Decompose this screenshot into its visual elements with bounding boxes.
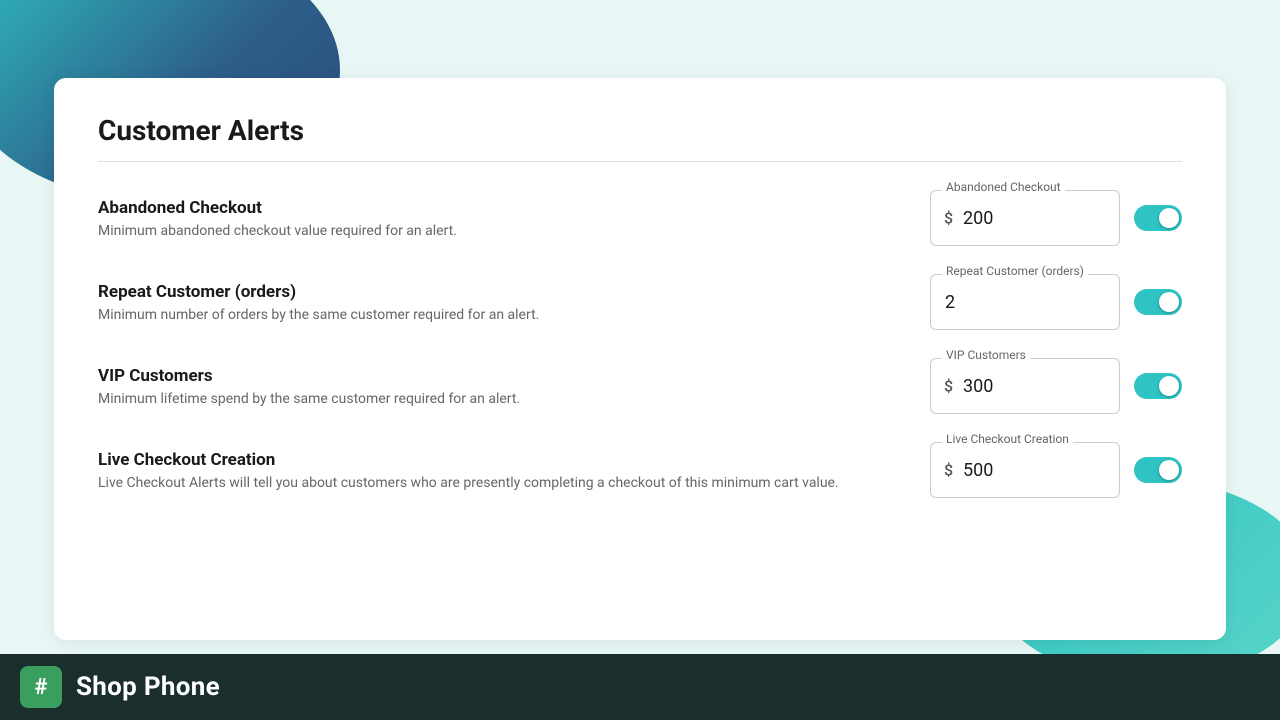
alert-title-vip-customers: VIP Customers bbox=[98, 366, 930, 386]
input-group-live-checkout: Live Checkout Creation$ bbox=[930, 442, 1120, 498]
input-field-live-checkout[interactable] bbox=[930, 442, 1120, 498]
currency-symbol-vip-customers: $ bbox=[944, 377, 953, 396]
alert-title-abandoned-checkout: Abandoned Checkout bbox=[98, 198, 930, 218]
alert-control-abandoned-checkout: Abandoned Checkout$ bbox=[930, 190, 1182, 246]
input-field-repeat-customer[interactable] bbox=[930, 274, 1120, 330]
logo-icon: # bbox=[20, 666, 62, 708]
input-label-abandoned-checkout: Abandoned Checkout bbox=[942, 180, 1065, 194]
alert-desc-vip-customers: Minimum lifetime spend by the same custo… bbox=[98, 391, 930, 407]
toggle-abandoned-checkout[interactable] bbox=[1134, 205, 1182, 231]
toggle-vip-customers[interactable] bbox=[1134, 373, 1182, 399]
input-label-live-checkout: Live Checkout Creation bbox=[942, 432, 1073, 446]
toggle-live-checkout[interactable] bbox=[1134, 457, 1182, 483]
input-group-abandoned-checkout: Abandoned Checkout$ bbox=[930, 190, 1120, 246]
logo-container: # Shop Phone bbox=[20, 666, 220, 708]
main-card: Customer Alerts Abandoned Checkout Minimu… bbox=[54, 78, 1226, 640]
alert-row-repeat-customer: Repeat Customer (orders)Minimum number o… bbox=[98, 274, 1182, 330]
alert-desc-abandoned-checkout: Minimum abandoned checkout value require… bbox=[98, 223, 930, 239]
currency-symbol-live-checkout: $ bbox=[944, 461, 953, 480]
toggle-track-vip-customers bbox=[1134, 373, 1182, 399]
alert-row-live-checkout: Live Checkout Creation Live Checkout Aler… bbox=[98, 442, 1182, 498]
alert-info-repeat-customer: Repeat Customer (orders) Minimum number o… bbox=[98, 282, 930, 323]
toggle-thumb-live-checkout bbox=[1159, 460, 1179, 480]
input-label-vip-customers: VIP Customers bbox=[942, 348, 1030, 362]
alert-title-repeat-customer: Repeat Customer (orders) bbox=[98, 282, 930, 302]
alert-desc-live-checkout: Live Checkout Alerts will tell you about… bbox=[98, 475, 930, 491]
input-field-vip-customers[interactable] bbox=[930, 358, 1120, 414]
currency-symbol-abandoned-checkout: $ bbox=[944, 209, 953, 228]
input-group-repeat-customer: Repeat Customer (orders) bbox=[930, 274, 1120, 330]
input-field-abandoned-checkout[interactable] bbox=[930, 190, 1120, 246]
alert-control-live-checkout: Live Checkout Creation$ bbox=[930, 442, 1182, 498]
alert-control-repeat-customer: Repeat Customer (orders) bbox=[930, 274, 1182, 330]
logo-text: Shop Phone bbox=[76, 672, 220, 702]
toggle-track-live-checkout bbox=[1134, 457, 1182, 483]
bottom-bar: # Shop Phone bbox=[0, 654, 1280, 720]
alert-info-abandoned-checkout: Abandoned Checkout Minimum abandoned chec… bbox=[98, 198, 930, 239]
alert-title-live-checkout: Live Checkout Creation bbox=[98, 450, 930, 470]
toggle-thumb-repeat-customer bbox=[1159, 292, 1179, 312]
toggle-track-abandoned-checkout bbox=[1134, 205, 1182, 231]
alert-info-vip-customers: VIP Customers Minimum lifetime spend by t… bbox=[98, 366, 930, 407]
alert-info-live-checkout: Live Checkout Creation Live Checkout Aler… bbox=[98, 450, 930, 491]
toggle-track-repeat-customer bbox=[1134, 289, 1182, 315]
toggle-thumb-vip-customers bbox=[1159, 376, 1179, 396]
alert-row-vip-customers: VIP Customers Minimum lifetime spend by t… bbox=[98, 358, 1182, 414]
title-divider bbox=[98, 161, 1182, 162]
alert-desc-repeat-customer: Minimum number of orders by the same cus… bbox=[98, 307, 930, 323]
alert-control-vip-customers: VIP Customers$ bbox=[930, 358, 1182, 414]
input-group-vip-customers: VIP Customers$ bbox=[930, 358, 1120, 414]
alerts-container: Abandoned Checkout Minimum abandoned chec… bbox=[98, 190, 1182, 498]
toggle-repeat-customer[interactable] bbox=[1134, 289, 1182, 315]
input-label-repeat-customer: Repeat Customer (orders) bbox=[942, 264, 1088, 278]
alert-row-abandoned-checkout: Abandoned Checkout Minimum abandoned chec… bbox=[98, 190, 1182, 246]
page-title: Customer Alerts bbox=[98, 114, 1182, 147]
toggle-thumb-abandoned-checkout bbox=[1159, 208, 1179, 228]
